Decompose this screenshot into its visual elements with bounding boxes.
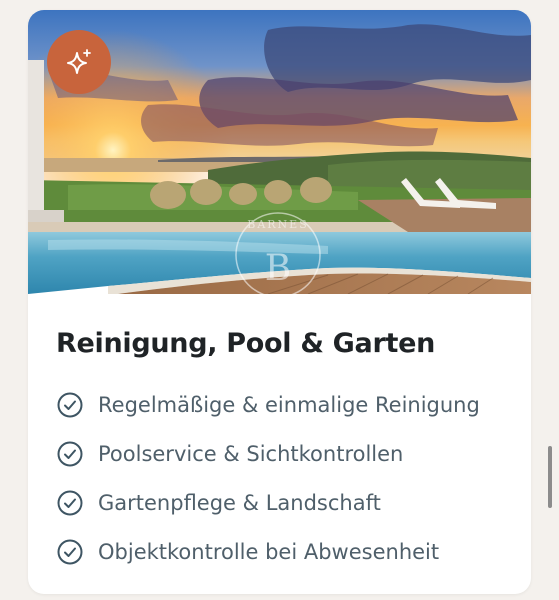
service-card[interactable]: BARNES B Reinigung, Pool & Garten Regelm… — [28, 10, 531, 594]
feature-item: Poolservice & Sichtkontrollen — [56, 429, 480, 478]
check-circle-icon — [57, 441, 83, 466]
check-circle-icon — [57, 490, 83, 515]
feature-label: Regelmäßige & einmalige Reinigung — [98, 392, 480, 417]
feature-item: Objektkontrolle bei Abwesenheit — [56, 527, 480, 576]
feature-list: Regelmäßige & einmalige Reinigung Poolse… — [56, 380, 480, 576]
sparkle-badge — [47, 30, 111, 94]
feature-label: Poolservice & Sichtkontrollen — [98, 441, 404, 466]
scrollbar[interactable] — [548, 446, 552, 508]
feature-item: Regelmäßige & einmalige Reinigung — [56, 380, 480, 429]
sparkle-icon — [67, 49, 91, 74]
svg-text:BARNES: BARNES — [247, 218, 309, 231]
card-title: Reinigung, Pool & Garten — [56, 328, 436, 359]
feature-label: Gartenpflege & Landschaft — [98, 490, 381, 515]
check-circle-icon — [57, 539, 83, 564]
feature-item: Gartenpflege & Landschaft — [56, 478, 480, 527]
feature-label: Objektkontrolle bei Abwesenheit — [98, 539, 440, 564]
svg-text:B: B — [265, 248, 291, 289]
hero-image: BARNES B — [28, 10, 531, 294]
check-circle-icon — [57, 392, 83, 417]
